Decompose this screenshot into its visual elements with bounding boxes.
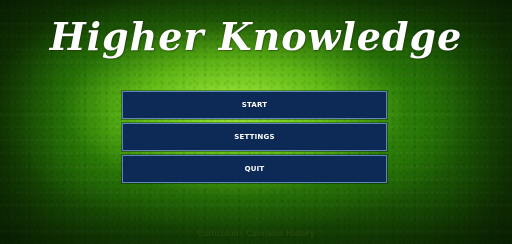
game-title: Higher Knowledge: [49, 14, 463, 59]
main-menu-screen: Higher Knowledge START SETTINGS QUIT Cur…: [0, 0, 512, 244]
settings-button[interactable]: SETTINGS: [122, 123, 387, 151]
start-button[interactable]: START: [122, 91, 387, 119]
curriculum-label: Curriculum: Cannabis History: [197, 229, 315, 238]
main-menu: START SETTINGS QUIT: [122, 91, 387, 187]
quit-button[interactable]: QUIT: [122, 155, 387, 183]
